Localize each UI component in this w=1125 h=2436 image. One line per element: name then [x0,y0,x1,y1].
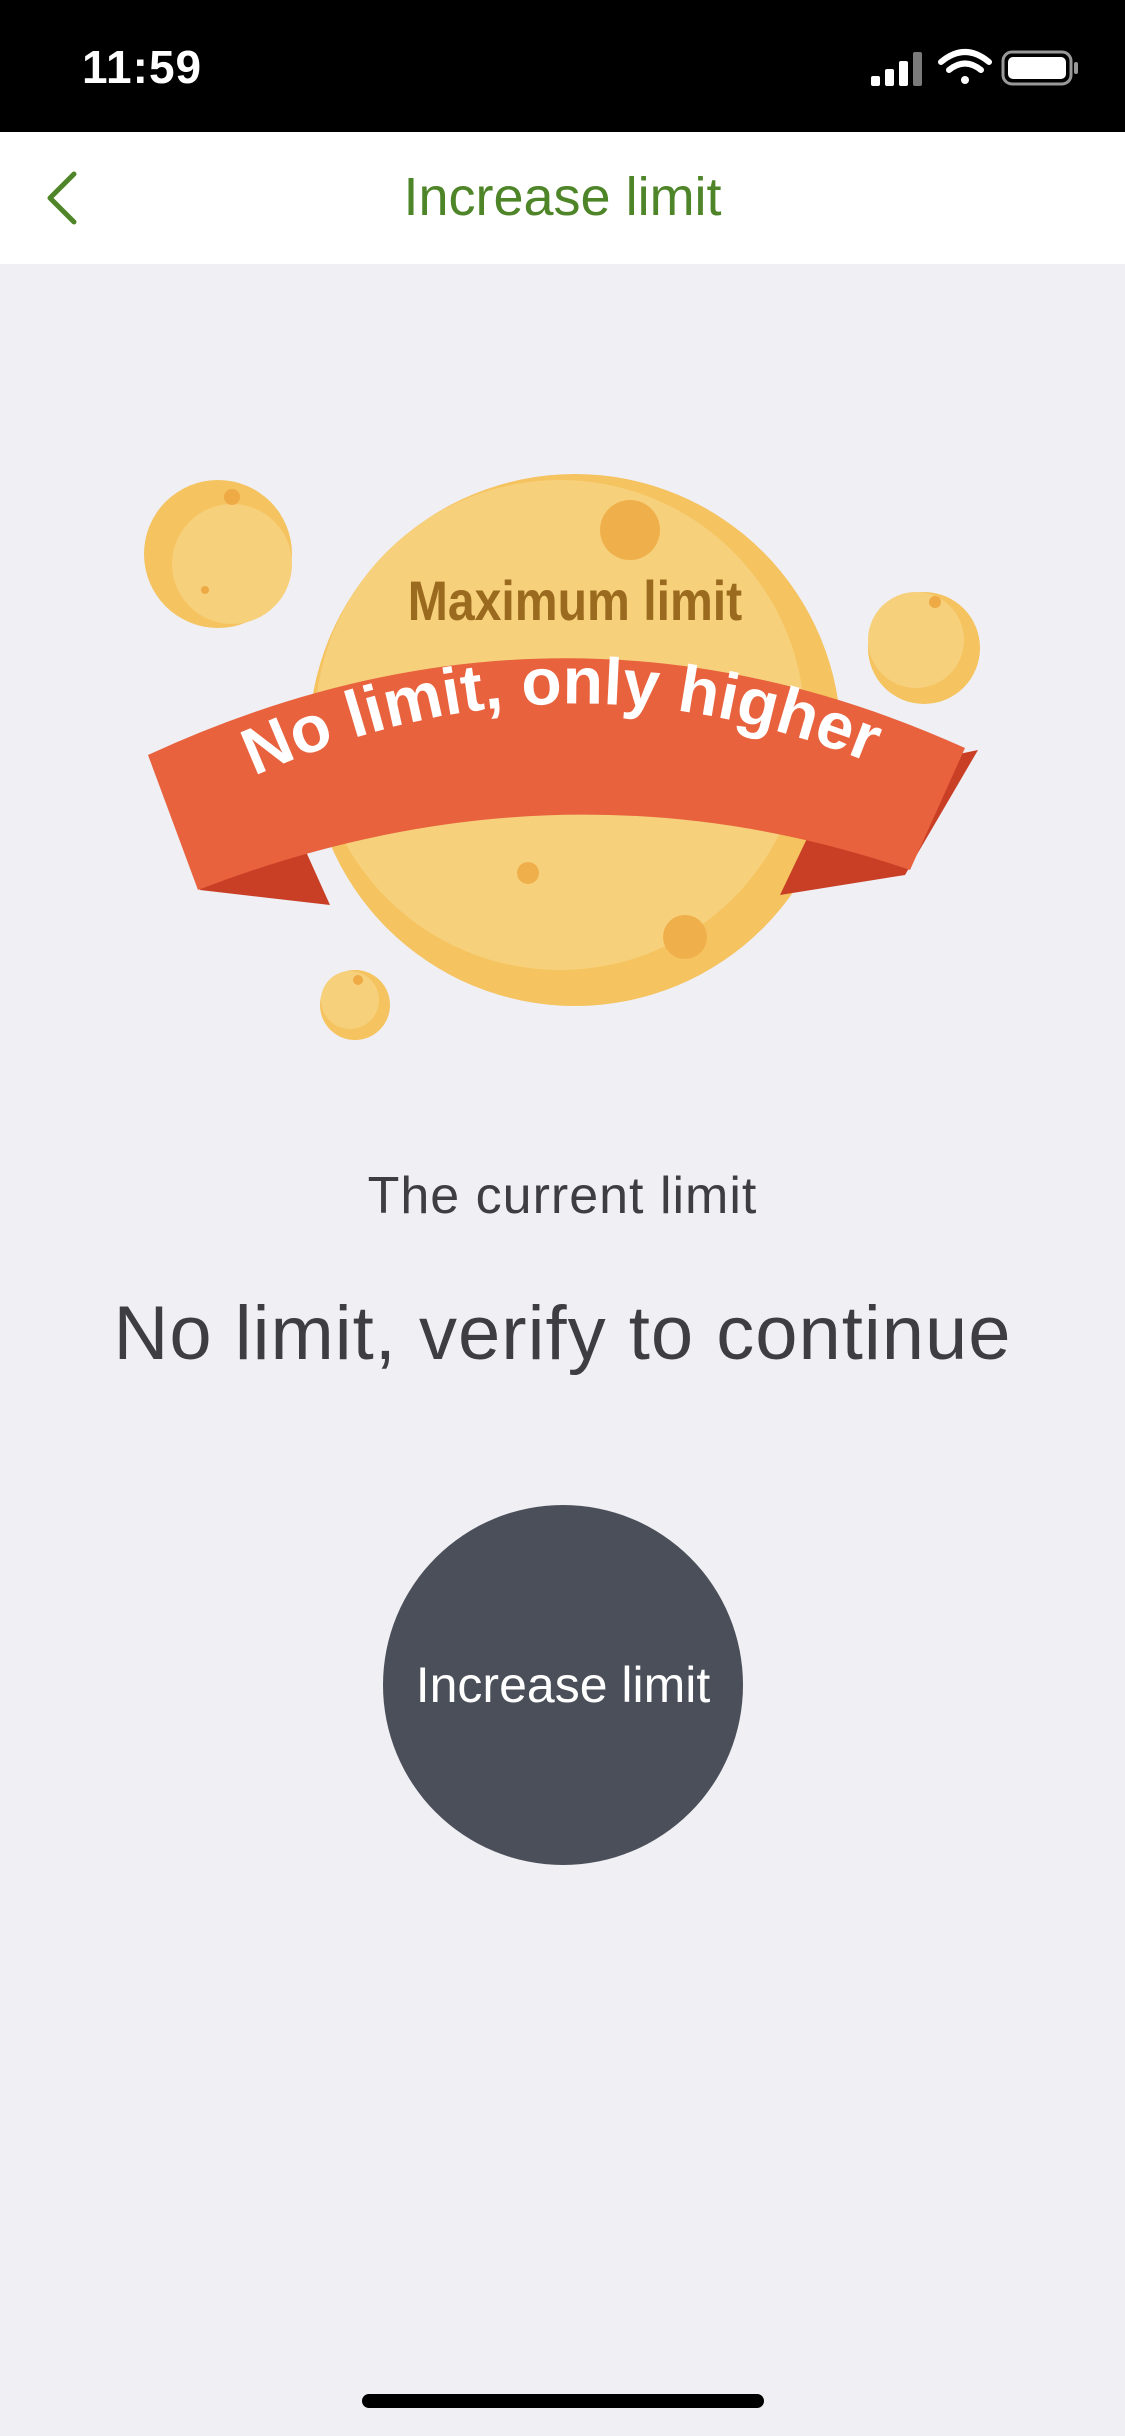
page-title: Increase limit [403,167,722,227]
status-bar: 11:59 [0,0,1125,132]
hero-illustration: Maximum limit No limit, only higher [144,474,980,1040]
hero-caption: Maximum limit [408,571,742,633]
current-limit-value: No limit, verify to continue [113,1291,1012,1376]
increase-limit-button[interactable]: Increase limit [383,1505,743,1865]
wifi-icon [938,49,992,84]
battery-icon [1001,50,1078,86]
small-planet-icon [868,592,980,704]
small-planet-icon [320,970,390,1040]
status-time: 11:59 [82,41,203,93]
small-planet-icon [144,480,292,628]
current-limit-label: The current limit [367,1167,758,1225]
nav-bar: Increase limit [0,132,1125,264]
signal-icon [871,52,922,86]
status-icons [871,49,1078,86]
home-indicator [362,2394,764,2408]
